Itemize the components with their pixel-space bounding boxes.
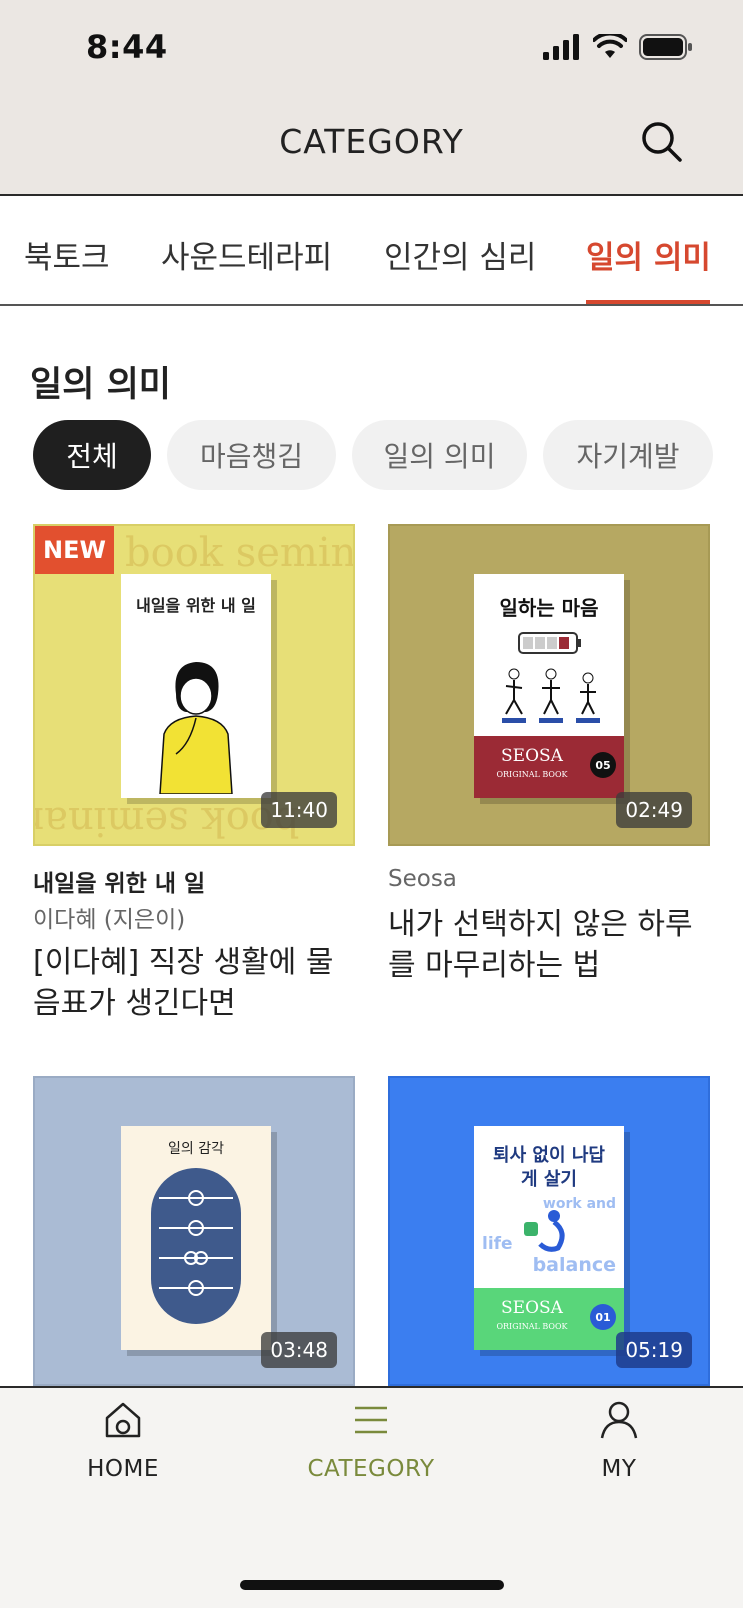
- figures-illustration: [502, 668, 600, 723]
- cover-text: balance: [532, 1254, 616, 1276]
- cover-title: 일하는 마음: [499, 596, 599, 620]
- book-cover: 내일을 위한 내 일: [121, 574, 271, 798]
- battery-illustration: [518, 632, 581, 654]
- filter-chip-meaning-of-work[interactable]: 일의 의미: [352, 420, 527, 490]
- user-icon: [600, 1401, 638, 1439]
- nav-category[interactable]: CATEGORY: [301, 1400, 441, 1482]
- section-title: 일의 의미: [30, 365, 171, 405]
- bottom-navigation: HOME CATEGORY MY: [0, 1386, 743, 1608]
- duration-badge: 02:49: [616, 792, 692, 828]
- search-button[interactable]: [640, 120, 684, 164]
- cover-title: 퇴사 없이 나답게 살기: [493, 1145, 605, 1190]
- tab-sound-therapy[interactable]: 사운드테라피: [161, 232, 332, 277]
- nav-label: MY: [601, 1456, 637, 1482]
- search-icon: [642, 122, 682, 162]
- worker-illustration: [524, 1210, 565, 1252]
- card-thumbnail[interactable]: 일의 감각 03:48: [33, 1076, 355, 1386]
- background-text: book seminar: [125, 530, 355, 576]
- status-icons: [543, 34, 693, 60]
- card-book-title: 내일을 위한 내 일: [33, 871, 206, 897]
- tab-meaning-of-work[interactable]: 일의 의미: [586, 232, 711, 277]
- battery-icon: [639, 34, 692, 60]
- cover-title: 내일을 위한 내 일: [136, 596, 256, 615]
- cover-text: life: [482, 1234, 513, 1254]
- card-author: Seosa: [388, 866, 457, 892]
- card-title[interactable]: [이다혜] 직장 생활에 물음표가 생긴다면: [33, 942, 353, 1024]
- card-author: 이다혜 (지은이): [33, 907, 186, 933]
- menu-icon: [355, 1406, 387, 1434]
- filter-chip-self-development[interactable]: 자기계발: [543, 420, 713, 490]
- cover-title: 일의 감각: [168, 1141, 224, 1157]
- cover-band-title: SEOSA: [501, 1298, 563, 1318]
- home-icon: [105, 1402, 141, 1438]
- cover-number: 05: [590, 752, 616, 778]
- cover-number: 01: [590, 1304, 616, 1330]
- card-thumbnail[interactable]: book seminar book seminar 내일을 위한 내 일 NEW…: [33, 524, 355, 846]
- nav-my[interactable]: MY: [549, 1400, 689, 1482]
- book-cover: 퇴사 없이 나답게 살기 work and life balance SEOSA…: [474, 1126, 624, 1350]
- new-badge: NEW: [35, 526, 114, 574]
- wifi-icon: [593, 34, 627, 58]
- book-cover: 일하는 마음 SEOSA ORIGINAL BOOK 05: [474, 574, 624, 798]
- tab-human-psychology[interactable]: 인간의 심리: [384, 232, 536, 277]
- cover-band: SEOSA ORIGINAL BOOK 05: [474, 736, 624, 798]
- nav-home[interactable]: HOME: [53, 1400, 193, 1482]
- duration-badge: 05:19: [616, 1332, 692, 1368]
- status-time: 8:44: [86, 28, 168, 66]
- book-cover: 일의 감각: [121, 1126, 271, 1350]
- top-bar: 8:44 CATEGORY: [0, 0, 743, 196]
- nav-label: CATEGORY: [307, 1456, 435, 1482]
- card-thumbnail[interactable]: 퇴사 없이 나답게 살기 work and life balance SEOSA…: [388, 1076, 710, 1386]
- nav-label: HOME: [87, 1456, 159, 1482]
- person-illustration: [159, 662, 233, 794]
- page-title: CATEGORY: [279, 122, 464, 161]
- card-title[interactable]: 내가 선택하지 않은 하루를 마무리하는 법: [388, 904, 713, 986]
- tab-booktalk[interactable]: 북토크: [24, 232, 110, 277]
- category-tabs: 북토크 사운드테라피 인간의 심리 일의 의미: [0, 196, 743, 306]
- knot-illustration: [151, 1168, 241, 1324]
- home-indicator[interactable]: [240, 1580, 504, 1590]
- duration-badge: 11:40: [261, 792, 337, 828]
- cover-band-subtitle: ORIGINAL BOOK: [496, 770, 568, 779]
- card-thumbnail[interactable]: 일하는 마음 SEOSA ORIGINAL BOOK 05 02:49: [388, 524, 710, 846]
- background-text: book seminar: [33, 798, 300, 844]
- cover-band-subtitle: ORIGINAL BOOK: [496, 1322, 568, 1331]
- cover-band-title: SEOSA: [501, 746, 563, 766]
- filter-chip-mindfulness[interactable]: 마음챙김: [167, 420, 336, 490]
- signal-icon: [543, 34, 579, 60]
- active-tab-indicator: [586, 300, 710, 304]
- duration-badge: 03:48: [261, 1332, 337, 1368]
- cover-band: SEOSA ORIGINAL BOOK 01: [474, 1288, 624, 1350]
- filter-chip-all[interactable]: 전체: [33, 420, 151, 490]
